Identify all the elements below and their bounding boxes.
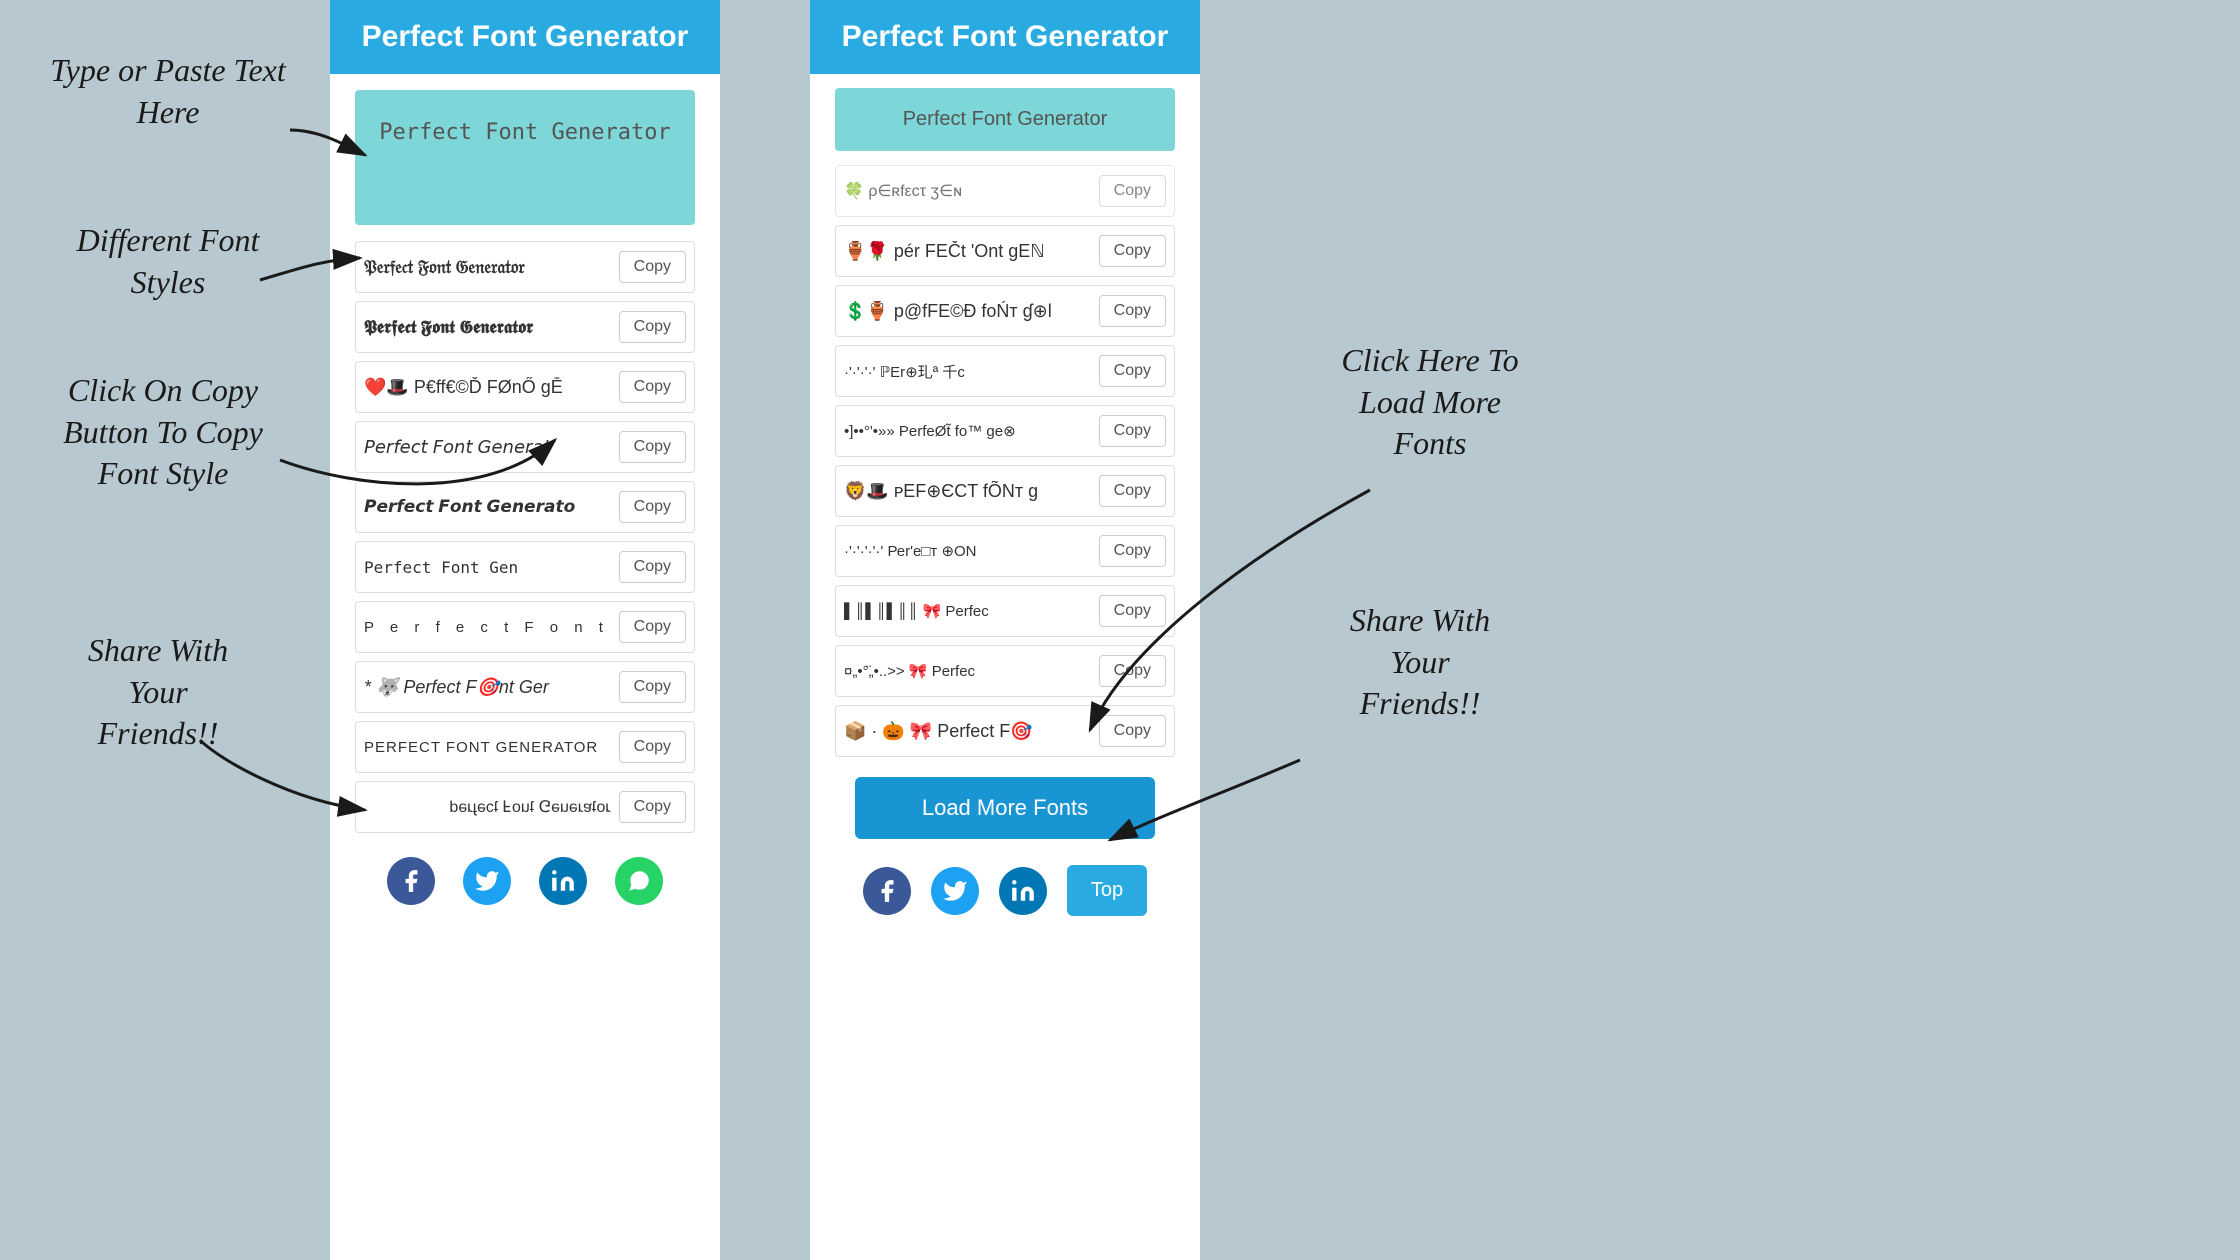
- font-text: 💲🏺 p@fFE©Ð foŃт ɠ⊕l: [844, 301, 1091, 322]
- copy-button-9[interactable]: Copy: [619, 731, 686, 763]
- copy-button-r8[interactable]: Copy: [1099, 655, 1166, 687]
- font-text: ▌║▌║▌║║ 🎀 Perfec: [844, 602, 1091, 620]
- whatsapp-share[interactable]: [615, 857, 663, 905]
- font-text: 𝙋𝙚𝙧𝙛𝙚𝙘𝙩 𝙁𝙤𝙣𝙩 𝙂𝙚𝙣𝙚𝙧𝙖𝙩𝙤: [364, 497, 611, 517]
- copy-button-r7[interactable]: Copy: [1099, 595, 1166, 627]
- copy-button-r4[interactable]: Copy: [1099, 415, 1166, 447]
- top-button[interactable]: Top: [1067, 865, 1147, 916]
- left-panel-header: Perfect Font Generator: [330, 0, 720, 74]
- font-text: ❤️🎩 P€ff€©Ď FØnŐ gĒ: [364, 377, 611, 398]
- font-row-r3: ·'·'·'·' ℙЕr⊕玌ª 千c Copy: [835, 345, 1175, 397]
- copy-button-8[interactable]: Copy: [619, 671, 686, 703]
- font-row-emoji: ❤️🎩 P€ff€©Ď FØnŐ gĒ Copy: [355, 361, 695, 413]
- copy-button-10[interactable]: Copy: [619, 791, 686, 823]
- annotation-load-more: Click Here ToLoad MoreFonts: [1290, 340, 1570, 465]
- font-row-italic: 𝘗𝘦𝘳𝘧𝘦𝘤𝘵 𝘍𝘰𝘯𝘵 𝘎𝘦𝘯𝘦𝘳𝘢𝘵 Copy: [355, 421, 695, 473]
- facebook-share-right[interactable]: [863, 867, 911, 915]
- copy-button-r1[interactable]: Copy: [1099, 235, 1166, 267]
- right-share-row: Top: [835, 865, 1175, 916]
- right-panel-header: Perfect Font Generator: [810, 0, 1200, 74]
- font-text: ¤„•°̈„•..>> 🎀 Perfec: [844, 662, 1091, 680]
- copy-button-5[interactable]: Copy: [619, 491, 686, 523]
- copy-button-r5[interactable]: Copy: [1099, 475, 1166, 507]
- font-row-bold-italic: 𝙋𝙚𝙧𝙛𝙚𝙘𝙩 𝙁𝙤𝙣𝙩 𝙂𝙚𝙣𝙚𝙧𝙖𝙩𝙤 Copy: [355, 481, 695, 533]
- font-text: ɹoʇɐɹǝuǝ⅁ ʇuoℲ ʇɔǝɟɹǝd: [364, 797, 611, 817]
- facebook-share[interactable]: [387, 857, 435, 905]
- font-row-r7: ▌║▌║▌║║ 🎀 Perfec Copy: [835, 585, 1175, 637]
- font-row-r1: 🏺🌹 pér FEČt 'Ont gEℕ Copy: [835, 225, 1175, 277]
- copy-button-6[interactable]: Copy: [619, 551, 686, 583]
- font-row-r5: 🦁🎩 ᴘЕF⊕ЄCT fÕNт g Copy: [835, 465, 1175, 517]
- font-text: 🏺🌹 pér FEČt 'Ont gEℕ: [844, 241, 1091, 262]
- copy-button-3[interactable]: Copy: [619, 371, 686, 403]
- right-input-display: Perfect Font Generator: [835, 88, 1175, 151]
- copy-button-1[interactable]: Copy: [619, 251, 686, 283]
- font-row-partial: 🍀 ρ∈ʀfεcτ ʒ∈ɴ Copy: [835, 165, 1175, 217]
- font-text: ·'·'·'·'·' Реr'е□т ⊕ON: [844, 542, 1091, 560]
- font-row-blackletter: 𝕻𝖊𝖗𝖋𝖊𝖈𝖙 𝕱𝖔𝖓𝖙 𝕲𝖊𝖓𝖊𝖗𝖆𝖙𝖔𝖗 Copy: [355, 301, 695, 353]
- copy-button-r6[interactable]: Copy: [1099, 535, 1166, 567]
- font-row-fraktur: 𝔓𝔢𝔯𝔣𝔢𝔠𝔱 𝔉𝔬𝔫𝔱 𝔊𝔢𝔫𝔢𝔯𝔞𝔱𝔬𝔯 Copy: [355, 241, 695, 293]
- load-more-button[interactable]: Load More Fonts: [855, 777, 1155, 839]
- copy-button-r0[interactable]: Copy: [1099, 175, 1166, 207]
- annotation-share-right: Share WithYourFriends!!: [1280, 600, 1560, 725]
- font-text: 𝙿𝚎𝚛𝚏𝚎𝚌𝚝 𝙵𝚘𝚗𝚝 𝙶𝚎𝚗: [364, 558, 611, 577]
- copy-button-7[interactable]: Copy: [619, 611, 686, 643]
- twitter-share-right[interactable]: [931, 867, 979, 915]
- copy-button-r3[interactable]: Copy: [1099, 355, 1166, 387]
- font-row-r4: •]••°'•»» PеrfeØt̃ fo™ ge⊗ Copy: [835, 405, 1175, 457]
- font-row-r9: 📦 · 🎃 🎀 Perfect F🎯 Copy: [835, 705, 1175, 757]
- annotation-share-left: Share WithYourFriends!!: [28, 630, 288, 755]
- font-row-mono: 𝙿𝚎𝚛𝚏𝚎𝚌𝚝 𝙵𝚘𝚗𝚝 𝙶𝚎𝚗 Copy: [355, 541, 695, 593]
- font-row-flip: ɹoʇɐɹǝuǝ⅁ ʇuoℲ ʇɔǝɟɹǝd Copy: [355, 781, 695, 833]
- copy-button-r2[interactable]: Copy: [1099, 295, 1166, 327]
- linkedin-share-right[interactable]: [999, 867, 1047, 915]
- font-row-upper: PERFECT FONT GENERATOR Copy: [355, 721, 695, 773]
- font-row-emoji2: * 🐺 Perfect F🎯nt Ger Copy: [355, 661, 695, 713]
- font-text: PERFECT FONT GENERATOR: [364, 739, 611, 756]
- annotation-click-copy: Click On CopyButton To CopyFont Style: [18, 370, 308, 495]
- font-text: 𝘗𝘦𝘳𝘧𝘦𝘤𝘵 𝘍𝘰𝘯𝘵 𝘎𝘦𝘯𝘦𝘳𝘢𝘵: [364, 437, 611, 458]
- font-text: ·'·'·'·' ℙЕr⊕玌ª 千c: [844, 361, 1091, 382]
- annotation-diff-styles: Different FontStyles: [28, 220, 308, 303]
- annotation-type-paste: Type or Paste TextHere: [28, 50, 308, 133]
- linkedin-share[interactable]: [539, 857, 587, 905]
- font-row-wide: P e r f e c t F o n t Copy: [355, 601, 695, 653]
- font-row-r6: ·'·'·'·'·' Реr'е□т ⊕ON Copy: [835, 525, 1175, 577]
- copy-button-2[interactable]: Copy: [619, 311, 686, 343]
- font-text: 𝔓𝔢𝔯𝔣𝔢𝔠𝔱 𝔉𝔬𝔫𝔱 𝔊𝔢𝔫𝔢𝔯𝔞𝔱𝔬𝔯: [364, 257, 611, 278]
- copy-button-4[interactable]: Copy: [619, 431, 686, 463]
- font-text: 📦 · 🎃 🎀 Perfect F🎯: [844, 721, 1091, 742]
- font-text: 🦁🎩 ᴘЕF⊕ЄCT fÕNт g: [844, 481, 1091, 502]
- font-text: •]••°'•»» PеrfeØt̃ fo™ ge⊗: [844, 422, 1091, 440]
- left-panel: Perfect Font Generator Perfect Font Gene…: [330, 0, 720, 1260]
- font-text: P e r f e c t F o n t: [364, 619, 611, 636]
- share-row-left: [355, 857, 695, 905]
- font-row-r2: 💲🏺 p@fFE©Ð foŃт ɠ⊕l Copy: [835, 285, 1175, 337]
- text-input[interactable]: Perfect Font Generator: [355, 90, 695, 225]
- copy-button-r9[interactable]: Copy: [1099, 715, 1166, 747]
- font-text: 🍀 ρ∈ʀfεcτ ʒ∈ɴ: [844, 181, 1091, 201]
- right-panel: Perfect Font Generator Perfect Font Gene…: [810, 0, 1200, 1260]
- font-row-r8: ¤„•°̈„•..>> 🎀 Perfec Copy: [835, 645, 1175, 697]
- font-text: * 🐺 Perfect F🎯nt Ger: [364, 677, 611, 698]
- font-text: 𝕻𝖊𝖗𝖋𝖊𝖈𝖙 𝕱𝖔𝖓𝖙 𝕲𝖊𝖓𝖊𝖗𝖆𝖙𝖔𝖗: [364, 317, 611, 338]
- twitter-share[interactable]: [463, 857, 511, 905]
